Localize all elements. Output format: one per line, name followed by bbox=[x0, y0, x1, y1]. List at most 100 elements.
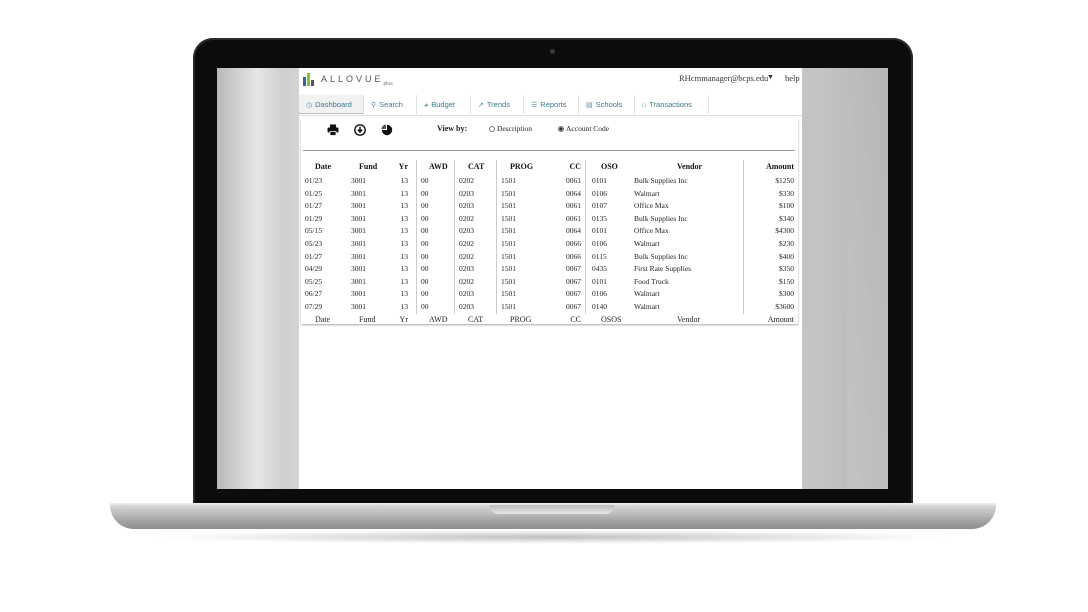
cell-oso: 0106 bbox=[592, 188, 607, 198]
cell-yr: 13 bbox=[400, 213, 409, 223]
cell-vendor: Bulk Supplies Inc bbox=[634, 251, 688, 261]
cell-awd: 00 bbox=[421, 226, 429, 236]
column-header-amount: Amount bbox=[765, 162, 794, 171]
download-icon[interactable] bbox=[354, 124, 366, 136]
cell-cat: 0202 bbox=[459, 251, 474, 261]
cell-amount: $1250 bbox=[775, 176, 794, 185]
cell-yr: 13 bbox=[400, 276, 409, 286]
column-divider bbox=[454, 160, 455, 314]
tab-schools[interactable]: ▤ Schools bbox=[579, 95, 635, 114]
cell-cat: 0202 bbox=[459, 213, 474, 223]
cell-prog: 1501 bbox=[501, 188, 516, 198]
cell-awd: 00 bbox=[421, 239, 429, 248]
pie-chart-icon[interactable] bbox=[381, 124, 393, 136]
cell-cat: 0203 bbox=[459, 264, 474, 274]
cell-vendor: Food Truck bbox=[634, 276, 669, 286]
column-footer-cat: CAT bbox=[468, 315, 484, 324]
cell-fund: 3001 bbox=[351, 201, 366, 211]
tab-budget[interactable]: ◕ Budget bbox=[417, 95, 471, 114]
cell-date: 01/27 bbox=[305, 251, 323, 261]
cell-vendor: Walmart bbox=[634, 188, 660, 198]
cell-fund: 3001 bbox=[351, 251, 366, 261]
cell-cat: 0203 bbox=[459, 302, 474, 311]
tab-transactions[interactable]: ⌂ Transactions bbox=[635, 95, 709, 114]
column-header-awd: AWD bbox=[429, 162, 448, 171]
pie-icon: ◕ bbox=[424, 102, 429, 109]
cell-fund: 3001 bbox=[351, 188, 366, 198]
cell-oso: 0106 bbox=[592, 289, 607, 299]
cell-yr: 13 bbox=[400, 226, 409, 236]
cell-amount: $100 bbox=[779, 201, 794, 211]
cell-cc: 0067 bbox=[566, 289, 581, 299]
allovue-logo-icon bbox=[303, 72, 317, 86]
cell-date: 01/27 bbox=[305, 201, 323, 211]
help-link[interactable]: help bbox=[785, 73, 800, 83]
cell-oso: 0135 bbox=[592, 213, 607, 223]
cell-cc: 0066 bbox=[566, 251, 581, 261]
printer-icon[interactable] bbox=[327, 124, 339, 136]
cell-prog: 1501 bbox=[501, 289, 516, 299]
laptop-screen: ALLOVUEplus RHcmmanager@bcps.edu ▼ help … bbox=[217, 68, 888, 489]
cell-prog: 1501 bbox=[501, 176, 516, 185]
cell-yr: 13 bbox=[400, 251, 409, 261]
cell-fund: 3001 bbox=[351, 276, 366, 286]
cell-fund: 3001 bbox=[351, 264, 366, 274]
tab-trends[interactable]: ↗ Trends bbox=[471, 95, 524, 114]
cell-fund: 3001 bbox=[351, 239, 366, 248]
column-header-oso: OSO bbox=[601, 162, 618, 171]
tab-reports[interactable]: ☰ Reports bbox=[524, 95, 579, 114]
cell-vendor: Office Max bbox=[634, 201, 669, 211]
cell-fund: 3001 bbox=[351, 302, 366, 311]
cell-cc: 0064 bbox=[566, 188, 581, 198]
cell-cc: 0067 bbox=[566, 302, 581, 311]
table-icon: ▤ bbox=[586, 102, 593, 109]
cell-fund: 3001 bbox=[351, 289, 366, 299]
cell-vendor: Bulk Supplies Inc bbox=[634, 176, 688, 185]
cell-awd: 00 bbox=[421, 188, 429, 198]
cell-yr: 13 bbox=[400, 176, 409, 185]
cell-date: 07/29 bbox=[305, 302, 323, 311]
cell-yr: 13 bbox=[400, 302, 409, 311]
cell-amount: $4300 bbox=[775, 226, 794, 236]
column-header-vendor: Vendor bbox=[677, 162, 703, 171]
column-footer-cc: CC bbox=[570, 315, 581, 324]
cell-vendor: First Rate Supplies bbox=[634, 264, 692, 274]
cell-cc: 0061 bbox=[566, 213, 581, 223]
cell-amount: $330 bbox=[779, 188, 794, 198]
webcam bbox=[550, 49, 555, 54]
cell-fund: 3001 bbox=[351, 176, 366, 185]
cell-prog: 1501 bbox=[501, 201, 516, 211]
cell-prog: 1501 bbox=[501, 226, 516, 236]
cell-cat: 0203 bbox=[459, 289, 474, 299]
cell-oso: 0101 bbox=[592, 176, 607, 185]
cell-awd: 00 bbox=[421, 289, 429, 299]
bank-icon: ⌂ bbox=[642, 102, 647, 109]
cell-oso: 0140 bbox=[592, 302, 607, 311]
cell-yr: 13 bbox=[400, 188, 409, 198]
cell-yr: 13 bbox=[400, 239, 409, 248]
column-footer-oso: OSOS bbox=[601, 315, 622, 324]
column-footer-prog: PROG bbox=[510, 315, 532, 324]
cell-cat: 0202 bbox=[459, 176, 474, 185]
cell-cc: 0067 bbox=[566, 276, 581, 286]
cell-date: 05/23 bbox=[305, 239, 323, 248]
cell-cc: 0064 bbox=[566, 226, 581, 236]
cell-vendor: Walmart bbox=[634, 302, 660, 311]
tab-search[interactable]: ⚲ Search bbox=[364, 95, 417, 114]
column-footer-amount: Amount bbox=[767, 315, 794, 324]
cell-cc: 0061 bbox=[566, 176, 581, 185]
cell-date: 06/27 bbox=[305, 289, 323, 299]
column-footer-awd: AWD bbox=[429, 315, 448, 324]
cell-vendor: Walmart bbox=[634, 239, 660, 248]
cell-oso: 0107 bbox=[592, 201, 607, 211]
cell-date: 05/25 bbox=[305, 276, 323, 286]
radio-account-code[interactable]: Account Code bbox=[558, 124, 609, 133]
app-page: ALLOVUEplus RHcmmanager@bcps.edu ▼ help … bbox=[299, 68, 802, 489]
cell-date: 05/15 bbox=[305, 226, 323, 236]
radio-description[interactable]: Description bbox=[489, 124, 532, 133]
column-header-prog: PROG bbox=[510, 162, 534, 171]
user-menu[interactable]: RHcmmanager@bcps.edu bbox=[679, 73, 768, 83]
cell-cc: 0066 bbox=[566, 239, 581, 248]
tab-dashboard[interactable]: ◷ Dashboard bbox=[299, 95, 364, 114]
chevron-down-icon[interactable]: ▼ bbox=[767, 73, 774, 81]
